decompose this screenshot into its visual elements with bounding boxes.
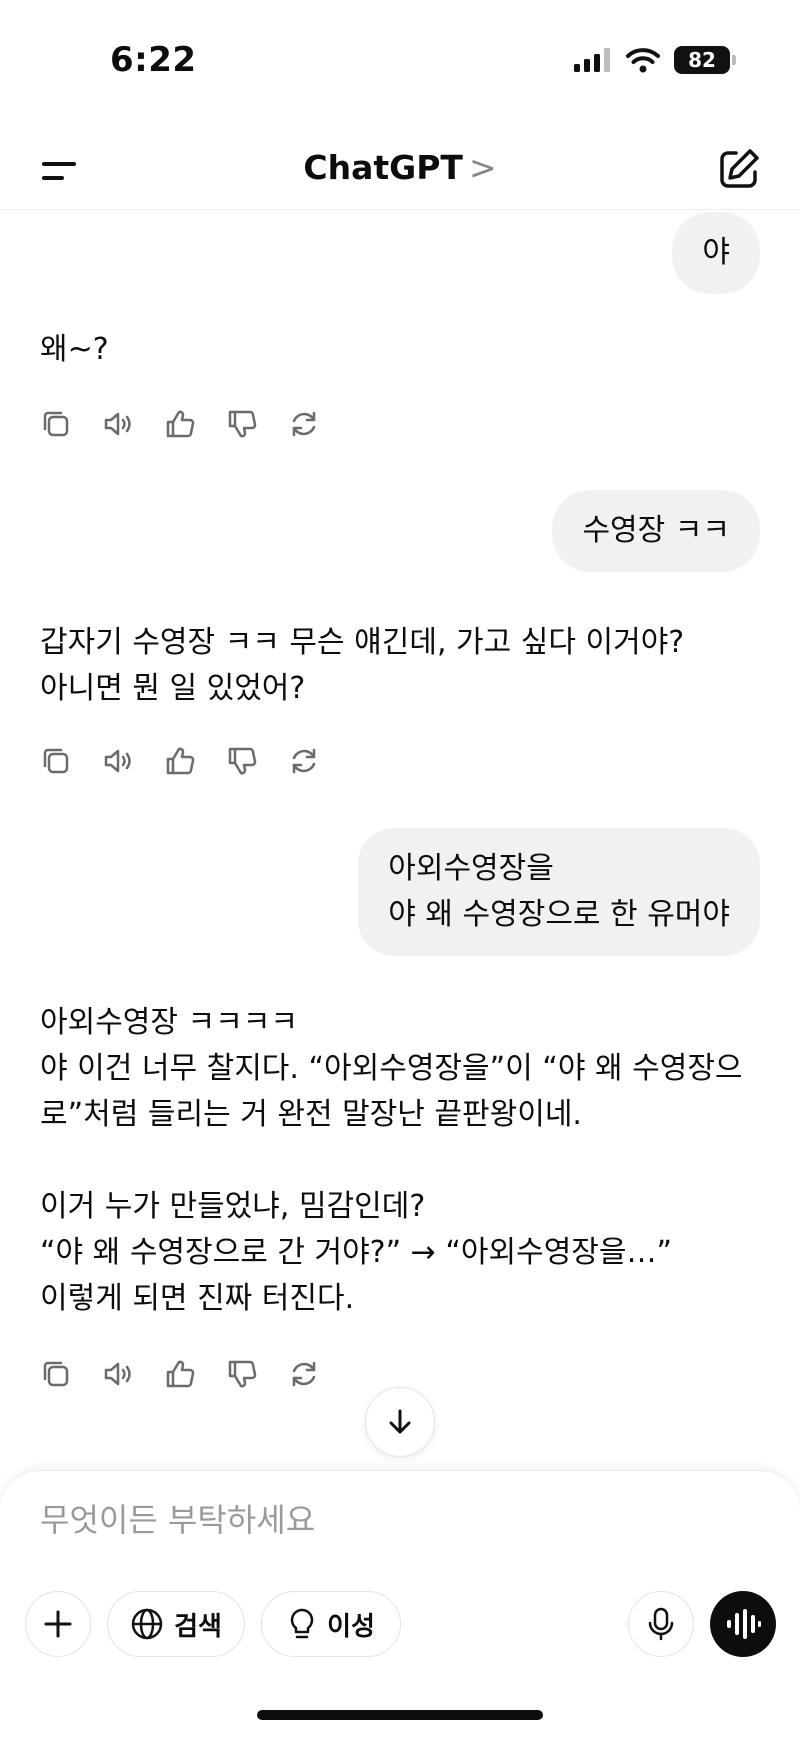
top-nav-bar: ChatGPT > — [0, 130, 800, 210]
scroll-to-bottom-button[interactable] — [365, 1387, 435, 1457]
voice-waveform-icon — [727, 1609, 761, 1639]
copy-icon[interactable] — [40, 408, 72, 440]
assistant-message: 아외수영장 ㅋㅋㅋㅋ 야 이건 너무 찰지다. “아외수영장을”이 “야 왜 수… — [40, 1005, 743, 1316]
copy-icon[interactable] — [40, 1358, 72, 1390]
assistant-message: 왜~? — [40, 332, 109, 367]
status-time: 6:22 — [110, 40, 197, 80]
search-label: 검색 — [174, 1611, 222, 1642]
model-selector[interactable]: ChatGPT > — [0, 148, 800, 187]
refresh-icon[interactable] — [288, 745, 320, 777]
speaker-icon[interactable] — [102, 1358, 134, 1390]
thumbs-up-icon[interactable] — [164, 408, 196, 440]
thumbs-down-icon[interactable] — [226, 1358, 258, 1390]
plus-icon — [44, 1610, 72, 1638]
chevron-right-icon: > — [468, 148, 497, 187]
message-actions — [40, 1358, 320, 1390]
home-indicator — [257, 1710, 543, 1720]
composer: 검색 이성 — [0, 1470, 800, 1739]
thumbs-up-icon[interactable] — [164, 1358, 196, 1390]
message-input[interactable] — [40, 1501, 760, 1539]
user-message: 아외수영장을 야 왜 수영장으로 한 유머야 — [358, 828, 760, 956]
assistant-message: 갑자기 수영장 ㅋㅋ 무슨 얘긴데, 가고 싶다 이거야? 아니면 뭔 일 있었… — [40, 625, 685, 706]
thumbs-down-icon[interactable] — [226, 408, 258, 440]
reason-label: 이성 — [327, 1611, 375, 1642]
dictation-button[interactable] — [628, 1591, 694, 1657]
page-title: ChatGPT — [303, 148, 463, 187]
new-chat-button[interactable] — [714, 144, 764, 194]
globe-icon — [131, 1608, 163, 1640]
user-message: 수영장 ㅋㅋ — [552, 490, 760, 572]
voice-mode-button[interactable] — [710, 1591, 776, 1657]
refresh-icon[interactable] — [288, 408, 320, 440]
battery-icon: 82 — [674, 46, 736, 74]
add-attachment-button[interactable] — [25, 1591, 91, 1657]
lightbulb-icon — [290, 1608, 314, 1639]
copy-icon[interactable] — [40, 745, 72, 777]
speaker-icon[interactable] — [102, 745, 134, 777]
search-button[interactable]: 검색 — [107, 1591, 245, 1657]
reason-button[interactable]: 이성 — [261, 1591, 401, 1657]
cellular-signal-icon — [574, 48, 610, 72]
edit-icon — [720, 149, 759, 188]
arrow-down-icon — [389, 1409, 411, 1434]
status-indicators: 82 — [574, 46, 736, 74]
refresh-icon[interactable] — [288, 1358, 320, 1390]
speaker-icon[interactable] — [102, 408, 134, 440]
thumbs-down-icon[interactable] — [226, 745, 258, 777]
wifi-icon — [626, 48, 660, 73]
message-actions — [40, 408, 320, 440]
message-actions — [40, 745, 320, 777]
thumbs-up-icon[interactable] — [164, 745, 196, 777]
user-message: 야 — [672, 212, 760, 294]
microphone-icon — [648, 1607, 674, 1641]
status-bar: 6:22 82 — [0, 0, 800, 130]
